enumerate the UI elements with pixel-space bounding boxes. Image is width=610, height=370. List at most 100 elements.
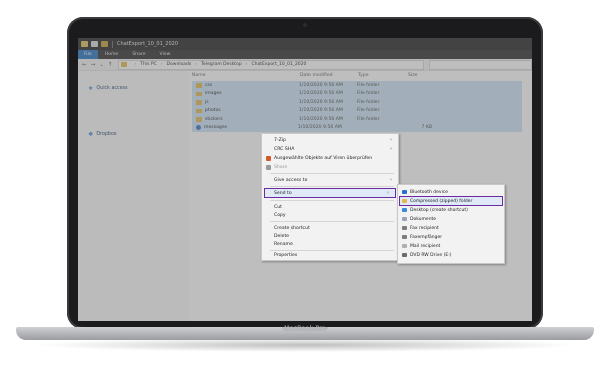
nav-dropbox[interactable]: ❖ Dropbox	[88, 131, 117, 138]
file-name: images	[205, 91, 222, 97]
forward-arrow-icon[interactable]: →	[91, 62, 96, 68]
menu-item-cut[interactable]: Cut	[262, 203, 398, 211]
tab-share[interactable]: Share	[125, 50, 152, 59]
nav-label: Quick access	[96, 86, 128, 91]
menu-item-crc-sha[interactable]: CRC SHA ›	[262, 145, 398, 153]
properties-icon[interactable]	[91, 41, 98, 47]
search-input[interactable]	[428, 59, 532, 70]
bluetooth-icon	[402, 189, 407, 195]
folder-icon	[196, 117, 202, 122]
menu-separator	[270, 200, 394, 201]
file-list: css 1/10/2020 9:56 AM File folder images…	[192, 81, 522, 132]
menu-item-send-to[interactable]: Send to ›	[264, 188, 396, 198]
file-row-css[interactable]: css 1/10/2020 9:56 AM File folder	[192, 81, 522, 90]
menu-label: Properties	[274, 252, 298, 258]
send-to-fax-recipient[interactable]: Fax recipient	[398, 224, 504, 232]
share-icon	[266, 164, 271, 170]
dvd-drive-icon	[402, 252, 407, 258]
file-name: js	[205, 99, 209, 105]
menu-item-delete[interactable]: Delete	[262, 232, 398, 240]
antivirus-icon	[266, 155, 271, 161]
column-date[interactable]: Date modified	[300, 72, 358, 80]
send-to-faxempfaenger[interactable]: Faxempfänger	[398, 233, 504, 241]
ribbon-tabs: File Home Share View	[78, 50, 532, 59]
back-arrow-icon[interactable]: ←	[82, 62, 87, 68]
menu-label: Share	[274, 164, 288, 170]
breadcrumb-this-pc[interactable]: This PC	[140, 62, 156, 67]
file-name: stickers	[205, 116, 223, 122]
chevron-right-icon: ›	[390, 177, 392, 183]
file-type: File folder	[357, 116, 380, 122]
breadcrumb-telegram[interactable]: Telegram Desktop	[201, 62, 242, 67]
column-name[interactable]: Name	[192, 72, 300, 80]
column-type[interactable]: Type	[358, 72, 408, 80]
laptop-shadow	[30, 338, 580, 352]
send-to-desktop[interactable]: Desktop (create shortcut)	[398, 206, 504, 214]
file-row-stickers[interactable]: stickers 1/10/2020 9:56 AM File folder	[192, 115, 522, 124]
file-date: 1/10/2020 9:56 AM	[298, 125, 342, 131]
breadcrumb-chatexport[interactable]: ChatExport_10_01_2020	[252, 62, 307, 67]
menu-separator	[270, 186, 394, 187]
file-row-photos[interactable]: photos 1/10/2020 9:56 AM File folder	[192, 106, 522, 115]
send-to-bluetooth[interactable]: Bluetooth device	[398, 188, 504, 196]
send-to-documents[interactable]: Dokumente	[398, 215, 504, 223]
desktop-icon	[402, 207, 407, 213]
menu-item-virus-scan[interactable]: Ausgewählte Objekte auf Viren überprüfen	[262, 154, 398, 162]
menu-item-properties[interactable]: Properties	[262, 251, 398, 259]
folder-icon	[196, 108, 202, 113]
new-folder-icon[interactable]	[101, 41, 108, 47]
menu-label: Compressed (zipped) folder	[410, 198, 473, 204]
menu-label: Faxempfänger	[410, 234, 443, 240]
menu-item-copy[interactable]: Copy	[262, 211, 398, 219]
tab-view[interactable]: View	[153, 50, 178, 59]
folder-icon	[196, 100, 202, 105]
menu-item-7zip[interactable]: 7-Zip ›	[262, 136, 398, 144]
nav-label: Dropbox	[96, 132, 117, 137]
device-brand: MacBook Pro	[284, 325, 326, 332]
menu-label: Mail recipient	[410, 243, 441, 249]
file-date: 1/10/2020 9:56 AM	[299, 82, 343, 88]
menu-item-rename[interactable]: Rename	[262, 240, 398, 248]
fax-icon	[402, 234, 407, 240]
file-type: File folder	[357, 91, 380, 97]
address-row: ← → ⌄ ↑ › This PC › Downloads › Telegram…	[78, 59, 532, 71]
chevron-right-icon: ›	[390, 137, 392, 143]
address-bar[interactable]: › This PC › Downloads › Telegram Desktop…	[118, 59, 424, 70]
menu-label: Fax recipient	[410, 225, 439, 231]
folder-icon	[196, 83, 202, 88]
window-title: ChatExport_10_01_2020	[117, 41, 179, 47]
send-to-submenu: Bluetooth device Compressed (zipped) fol…	[397, 184, 505, 264]
chevron-down-icon[interactable]: ⌄	[99, 62, 104, 68]
file-date: 1/10/2020 9:56 AM	[299, 116, 343, 122]
menu-label: Ausgewählte Objekte auf Viren überprüfen	[274, 155, 373, 161]
file-row-js[interactable]: js 1/10/2020 9:56 AM File folder	[192, 98, 522, 107]
send-to-dvd-drive[interactable]: DVD RW Drive (E:)	[398, 251, 504, 259]
menu-label: Dokumente	[410, 216, 437, 222]
menu-separator	[270, 221, 394, 222]
tab-file[interactable]: File	[78, 50, 98, 59]
folder-icon	[121, 62, 128, 67]
zip-folder-icon	[402, 198, 407, 204]
menu-item-create-shortcut[interactable]: Create shortcut	[262, 224, 398, 232]
nav-quick-access[interactable]: ★ Quick access	[88, 85, 128, 92]
file-row-messages[interactable]: messages 1/10/2020 9:56 AM 7 KB	[192, 123, 522, 132]
screen: ChatExport_10_01_2020 File Home Share Vi…	[78, 38, 532, 321]
column-size[interactable]: Size	[408, 72, 438, 80]
send-to-mail-recipient[interactable]: Mail recipient	[398, 242, 504, 250]
menu-item-give-access[interactable]: Give access to ›	[262, 176, 398, 184]
menu-label: Send to	[274, 190, 292, 196]
up-arrow-icon[interactable]: ↑	[108, 62, 113, 68]
send-to-compressed-folder[interactable]: Compressed (zipped) folder	[399, 196, 503, 206]
tab-home[interactable]: Home	[98, 50, 126, 59]
file-type: File folder	[357, 82, 380, 88]
file-date: 1/10/2020 9:56 AM	[299, 99, 343, 105]
file-name: css	[205, 82, 213, 88]
chevron-right-icon: ›	[387, 190, 389, 196]
breadcrumb-downloads[interactable]: Downloads	[167, 62, 192, 67]
documents-icon	[402, 216, 407, 222]
menu-label: Give access to	[274, 177, 308, 183]
menu-item-share[interactable]: Share	[262, 163, 398, 171]
menu-label: Delete	[274, 233, 290, 239]
file-row-images[interactable]: images 1/10/2020 9:56 AM File folder	[192, 89, 522, 98]
context-menu: 7-Zip › CRC SHA › Ausgewählte Objekte au…	[261, 133, 399, 261]
